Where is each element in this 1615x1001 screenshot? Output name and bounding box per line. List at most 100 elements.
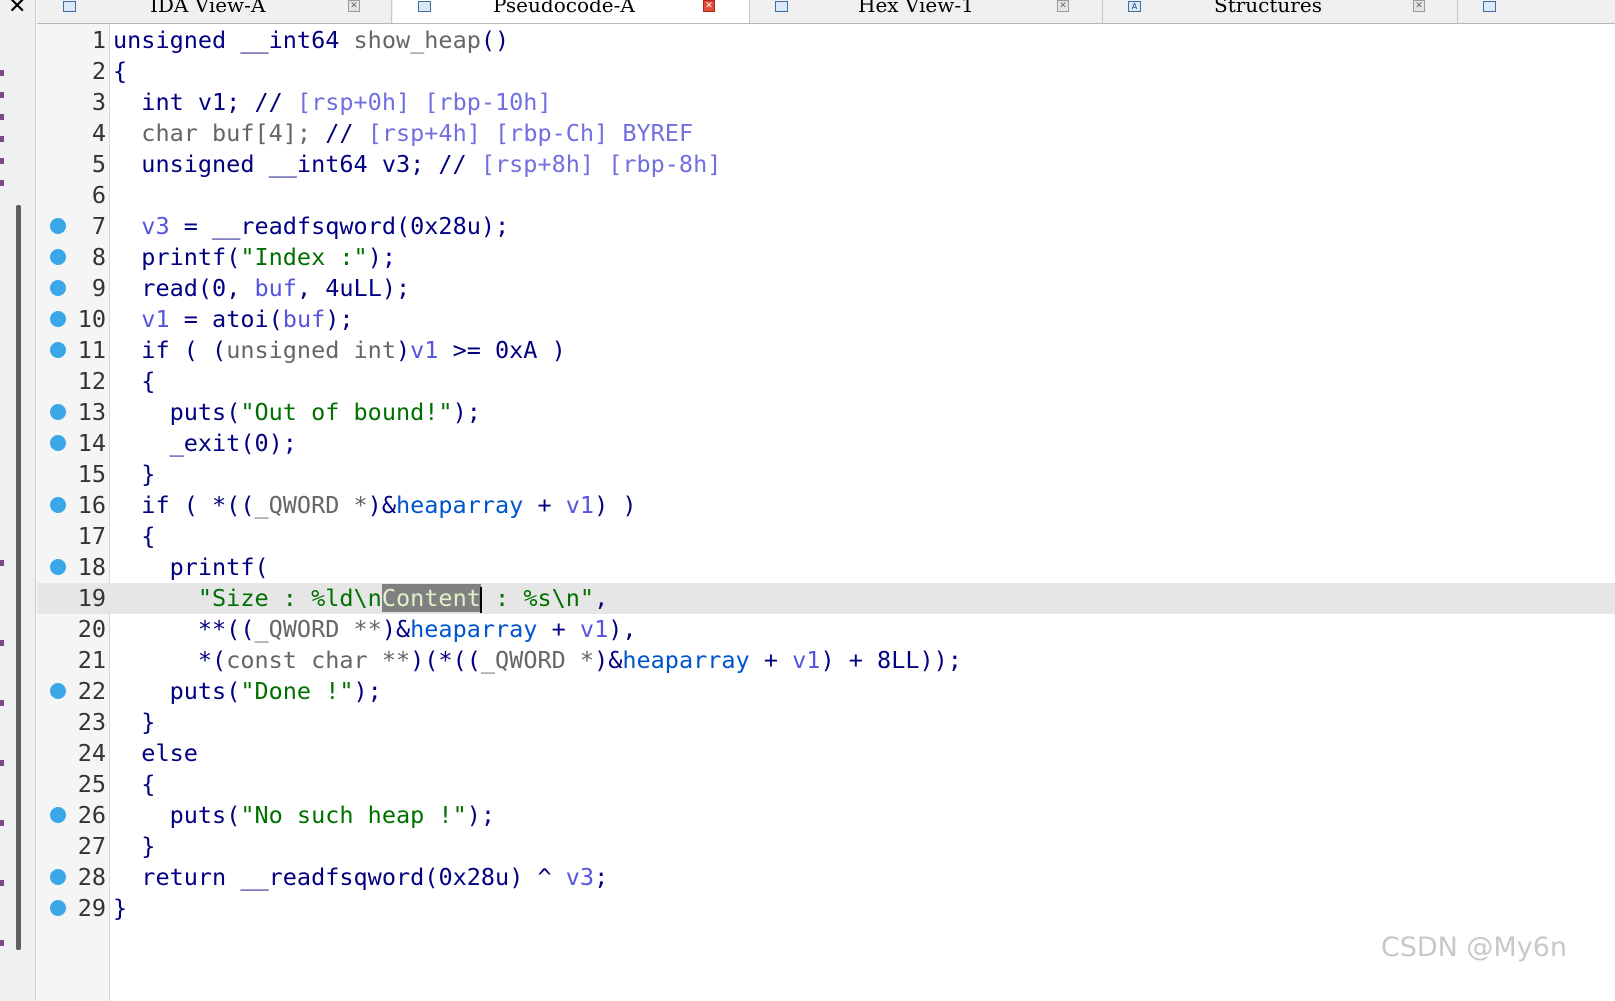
line-number: 4 [91,119,106,147]
code-token: ); [381,274,411,302]
tab-close-icon[interactable]: ✕ [1057,0,1069,12]
tab-close-icon[interactable]: ✕ [703,0,715,12]
line-number: 22 [77,677,106,705]
code-line[interactable]: 19 "Size : %ld\nContent : %s\n", [37,583,1615,614]
breakpoint-dot-icon[interactable] [50,869,66,885]
code-line[interactable]: 14 _exit(0); [37,428,1615,459]
code-token: v3 [113,212,170,240]
code-line[interactable]: 26 puts("No such heap !"); [37,800,1615,831]
panel-marker [0,640,4,646]
code-text: int v1; // [rsp+0h] [rbp-10h] [113,87,551,118]
tab-close-icon[interactable]: ✕ [1413,0,1425,12]
code-line[interactable]: 24 else [37,738,1615,769]
line-number: 3 [91,88,106,116]
line-number: 16 [77,491,106,519]
code-line[interactable]: 27 } [37,831,1615,862]
code-token: v1 [579,615,609,643]
line-number: 29 [77,894,106,922]
tab-hex-view-1[interactable]: Hex View-1 ✕ [751,0,1103,23]
breakpoint-dot-icon[interactable] [50,559,66,575]
code-token: "Index :" [240,243,368,271]
code-token: ) ^ [509,863,566,891]
left-scrollbar-thumb[interactable] [16,205,21,950]
code-token: v1 [792,646,821,674]
line-number: 9 [91,274,106,302]
code-token: __readfsqword [240,863,425,891]
breakpoint-dot-icon[interactable] [50,280,66,296]
code-token: = [169,212,213,240]
code-token: ( [268,305,283,333]
line-number: 15 [77,460,106,488]
code-token: read [113,274,198,302]
code-line[interactable]: 17 { [37,521,1615,552]
tab-label: Pseudocode-A [493,0,635,17]
tab-ida-view-a[interactable]: IDA View-A ✕ [37,0,392,23]
code-text: { [113,769,155,800]
tab-structures[interactable]: A Structures ✕ [1104,0,1458,23]
code-text: puts("Out of bound!"); [113,397,481,428]
breakpoint-dot-icon[interactable] [50,683,66,699]
breakpoint-dot-icon[interactable] [50,497,66,513]
line-number: 27 [77,832,106,860]
code-line[interactable]: 13 puts("Out of bound!"); [37,397,1615,428]
line-number: 17 [77,522,106,550]
breakpoint-dot-icon[interactable] [50,218,66,234]
code-token: ( [254,553,269,581]
code-token: v1 [565,491,595,519]
code-line[interactable]: 12 { [37,366,1615,397]
code-token: ( ( [169,336,227,364]
code-line[interactable]: 8 printf("Index :"); [37,242,1615,273]
code-line[interactable]: 1 unsigned __int64 show_heap() [37,25,1615,56]
line-number: 10 [77,305,106,333]
breakpoint-dot-icon[interactable] [50,404,66,420]
code-token: >= [438,336,496,364]
code-line[interactable]: 9 read(0, buf, 4uLL); [37,273,1615,304]
breakpoint-dot-icon[interactable] [50,807,66,823]
code-line[interactable]: 5 unsigned __int64 v3; // [rsp+8h] [rbp-… [37,149,1615,180]
panel-marker [0,820,4,826]
code-line[interactable]: 10 v1 = atoi(buf); [37,304,1615,335]
code-line[interactable]: 23 } [37,707,1615,738]
code-text: puts("No such heap !"); [113,800,495,831]
code-line[interactable]: 18 printf( [37,552,1615,583]
code-line[interactable]: 6 [37,180,1615,211]
hex-icon [775,1,788,12]
code-line[interactable]: 3 int v1; // [rsp+0h] [rbp-10h] [37,87,1615,118]
code-token: : %s\n" [480,584,595,612]
code-token: int v1; // [113,88,297,116]
code-line[interactable]: 20 **((_QWORD **)&heaparray + v1), [37,614,1615,645]
code-token: heaparray [395,491,524,519]
code-line[interactable]: 7 v3 = __readfsqword(0x28u); [37,211,1615,242]
line-number: 14 [77,429,106,457]
tab-close-icon[interactable]: ✕ [348,0,360,12]
tab-label: IDA View-A [150,0,266,17]
tab-enums[interactable] [1459,0,1615,23]
code-line[interactable]: 21 *(const char **)(*((_QWORD *)&heaparr… [37,645,1615,676]
breakpoint-dot-icon[interactable] [50,342,66,358]
code-text: unsigned __int64 v3; // [rsp+8h] [rbp-8h… [113,149,721,180]
code-line[interactable]: 4 char buf[4]; // [rsp+4h] [rbp-Ch] BYRE… [37,118,1615,149]
breakpoint-dot-icon[interactable] [50,249,66,265]
line-number: 24 [77,739,106,767]
code-line[interactable]: 2{ [37,56,1615,87]
code-token: **(( [113,615,255,643]
code-line[interactable]: 16 if ( *((_QWORD *)&heaparray + v1) ) [37,490,1615,521]
pseudocode-editor[interactable]: 1 unsigned __int64 show_heap() 2{3 int v1;… [37,24,1615,1001]
close-icon[interactable]: ✕ [8,0,26,19]
code-line[interactable]: 29} [37,893,1615,924]
breakpoint-dot-icon[interactable] [50,311,66,327]
code-text: char buf[4]; // [rsp+4h] [rbp-Ch] BYREF [113,118,693,149]
breakpoint-dot-icon[interactable] [50,435,66,451]
breakpoint-dot-icon[interactable] [50,900,66,916]
tab-pseudocode-a[interactable]: Pseudocode-A ✕ [393,0,750,23]
code-token: ( [424,863,439,891]
pseudocode-icon [418,1,431,12]
code-line[interactable]: 15 } [37,459,1615,490]
code-line[interactable]: 28 return __readfsqword(0x28u) ^ v3; [37,862,1615,893]
code-line[interactable]: 25 { [37,769,1615,800]
code-text: } [113,459,155,490]
code-token: () [480,26,510,54]
code-line[interactable]: 22 puts("Done !"); [37,676,1615,707]
code-token: unsigned int [226,336,396,364]
code-line[interactable]: 11 if ( (unsigned int)v1 >= 0xA ) [37,335,1615,366]
